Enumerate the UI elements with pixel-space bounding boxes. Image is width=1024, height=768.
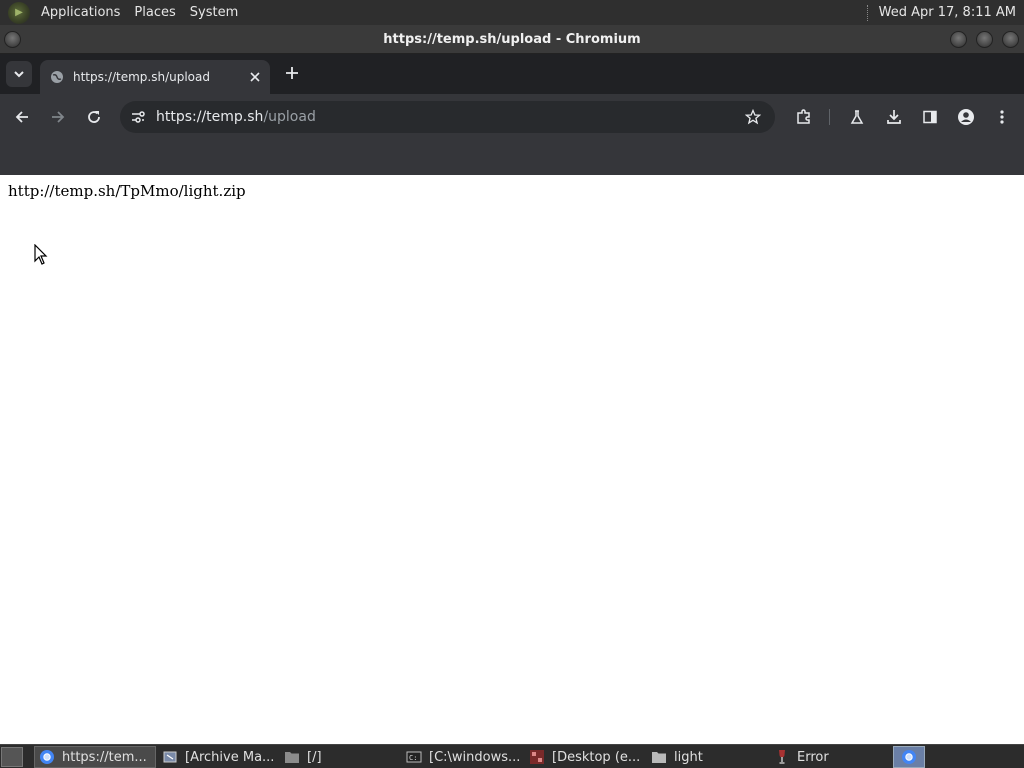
archive-manager-icon: [162, 749, 178, 765]
window-menu-button[interactable]: [4, 31, 21, 48]
workspace-switcher[interactable]: [893, 746, 925, 768]
back-button[interactable]: [11, 106, 33, 128]
chevron-down-icon: [14, 71, 24, 78]
svg-text:C:: C:: [409, 754, 417, 762]
clock[interactable]: Wed Apr 17, 8:11 AM: [879, 5, 1016, 20]
taskbar-item-light-folder[interactable]: light: [647, 746, 765, 768]
bookmark-star-icon[interactable]: [743, 107, 763, 127]
taskbar-item-label: https://tem...: [62, 749, 147, 765]
mouse-cursor-icon: [34, 244, 48, 265]
tab-active[interactable]: https://temp.sh/upload: [40, 60, 270, 94]
app-icon: [529, 749, 545, 765]
minimize-button[interactable]: [950, 31, 967, 48]
url-host: https://temp.sh: [156, 109, 264, 125]
tab-title: https://temp.sh/upload: [73, 70, 210, 84]
extensions-button[interactable]: [793, 106, 815, 128]
clock-area[interactable]: Wed Apr 17, 8:11 AM: [866, 4, 1024, 21]
close-tab-icon[interactable]: [248, 70, 262, 84]
taskbar-item-windows-terminal[interactable]: C: [C:\windows...: [402, 746, 522, 768]
taskbar-item-error[interactable]: Error: [770, 746, 888, 768]
wine-icon: [774, 749, 790, 765]
taskbar-item-label: Error: [797, 749, 829, 765]
profile-button[interactable]: [955, 106, 977, 128]
arrow-left-icon: [15, 111, 28, 123]
side-panel-icon: [923, 110, 937, 124]
menu-button[interactable]: [991, 106, 1013, 128]
page-content: http://temp.sh/TpMmo/light.zip: [0, 175, 1024, 744]
show-desktop-button[interactable]: [1, 747, 23, 767]
chromium-icon: [902, 750, 916, 764]
window-titlebar[interactable]: https://temp.sh/upload - Chromium: [0, 25, 1024, 54]
taskbar-item-chromium[interactable]: https://tem...: [34, 746, 156, 768]
flask-icon: [850, 110, 864, 124]
taskbar-item-label: light: [674, 749, 703, 765]
panel-separator: [866, 4, 869, 21]
taskbar-item-label: [Desktop (e...: [552, 749, 641, 765]
chromium-icon: [39, 749, 55, 765]
distro-logo-icon[interactable]: ▶: [8, 1, 30, 24]
address-bar[interactable]: https://temp.sh/upload: [120, 101, 775, 133]
taskbar-item-label: [Archive Ma...: [185, 749, 275, 765]
applications-menu[interactable]: Applications: [34, 5, 127, 20]
more-vert-icon: [1000, 110, 1004, 124]
tab-search-button[interactable]: [6, 61, 32, 87]
taskbar-item-root-folder[interactable]: [/]: [280, 746, 398, 768]
places-menu[interactable]: Places: [127, 5, 182, 20]
plus-icon: [286, 67, 298, 79]
browser-toolbar: https://temp.sh/upload: [0, 94, 1024, 140]
terminal-icon: C:: [406, 749, 422, 765]
arrow-right-icon: [52, 111, 65, 123]
taskbar-item-archive-manager[interactable]: [Archive Ma...: [158, 746, 276, 768]
labs-button[interactable]: [846, 106, 868, 128]
taskbar-item-label: [C:\windows...: [429, 749, 521, 765]
downloads-button[interactable]: [883, 106, 905, 128]
profile-icon: [958, 109, 974, 125]
close-window-button[interactable]: [1002, 31, 1019, 48]
taskbar: https://tem... [Archive Ma... [/] C: [C:…: [0, 744, 1024, 768]
forward-button[interactable]: [47, 106, 69, 128]
bookmarks-bar: [0, 140, 1024, 175]
side-panel-button[interactable]: [919, 106, 941, 128]
site-settings-icon[interactable]: [128, 107, 148, 127]
tab-strip: https://temp.sh/upload: [0, 54, 1024, 94]
url-path: /upload: [263, 109, 316, 125]
globe-icon: [51, 71, 63, 83]
puzzle-icon: [797, 109, 810, 124]
uploaded-file-url: http://temp.sh/TpMmo/light.zip: [8, 182, 246, 200]
reload-icon: [88, 111, 100, 123]
taskbar-item-label: [/]: [307, 749, 322, 765]
reload-button[interactable]: [83, 106, 105, 128]
system-menu[interactable]: System: [183, 5, 245, 20]
new-tab-button[interactable]: [281, 62, 303, 84]
window-title: https://temp.sh/upload - Chromium: [383, 31, 641, 47]
taskbar-item-desktop[interactable]: [Desktop (e...: [525, 746, 643, 768]
top-panel: ▶ Applications Places System Wed Apr 17,…: [0, 0, 1024, 25]
maximize-button[interactable]: [976, 31, 993, 48]
toolbar-divider: [829, 109, 830, 125]
folder-icon: [284, 749, 300, 765]
download-icon: [887, 110, 901, 124]
folder-icon: [651, 749, 667, 765]
